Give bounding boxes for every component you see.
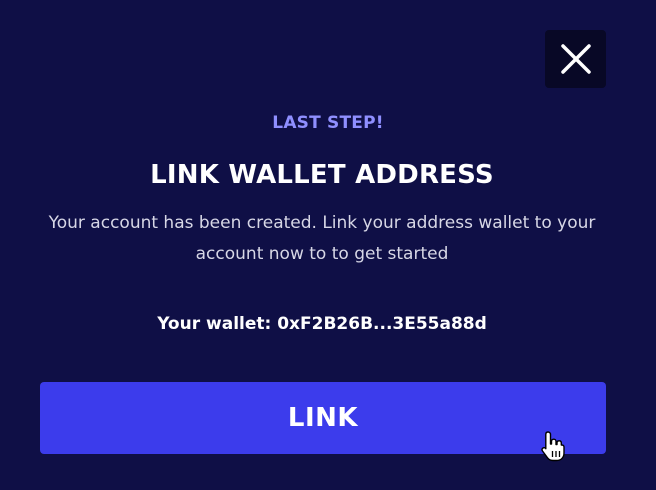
close-icon: [560, 43, 592, 75]
wallet-address: Your wallet: 0xF2B26B...3E55a88d: [157, 314, 487, 334]
modal-description: Your account has been created. Link your…: [48, 213, 596, 264]
link-button[interactable]: LINK: [40, 382, 606, 454]
step-label: LAST STEP!: [272, 113, 384, 133]
hand-cursor-icon: [540, 430, 566, 462]
close-button[interactable]: [545, 30, 606, 88]
modal-title: LINK WALLET ADDRESS: [150, 160, 494, 190]
link-wallet-modal: LAST STEP! LINK WALLET ADDRESS Your acco…: [0, 0, 656, 490]
link-button-label: LINK: [287, 403, 359, 433]
